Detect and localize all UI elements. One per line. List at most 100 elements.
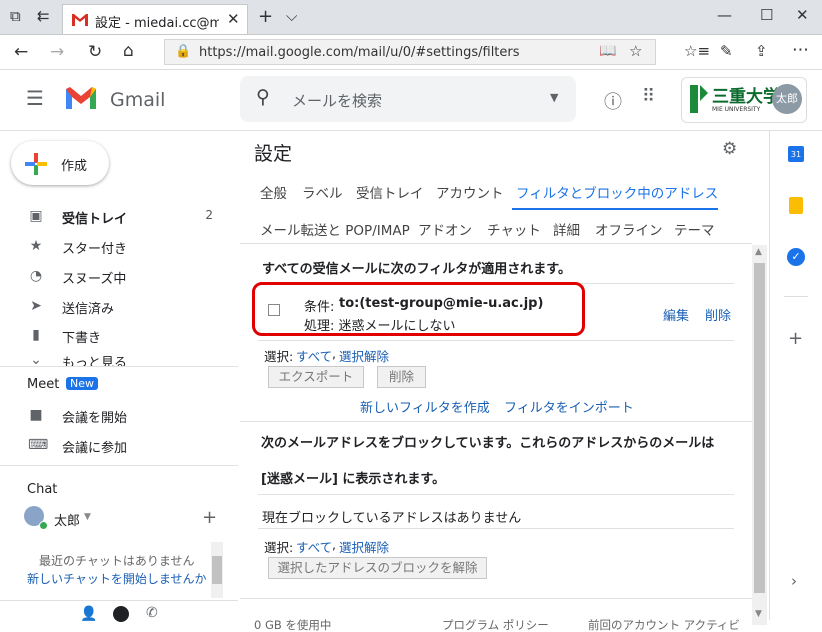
- minimize-icon[interactable]: —: [717, 6, 732, 24]
- window-close-icon[interactable]: ✕: [796, 6, 809, 24]
- select-all-blocked-link[interactable]: すべて: [296, 537, 332, 556]
- meet-title: Meet: [27, 377, 60, 392]
- program-policy-link[interactable]: プログラム ポリシー: [442, 617, 549, 632]
- favorite-star-icon[interactable]: ☆: [629, 42, 642, 60]
- sidebar-item-label: 受信トレイ: [62, 212, 128, 227]
- active-tab-indicator: [512, 208, 718, 210]
- tab-actions-icon[interactable]: ⧉: [10, 7, 21, 25]
- unblock-button[interactable]: 選択したアドレスのブロックを解除: [268, 557, 487, 579]
- scrollbar-thumb[interactable]: [212, 556, 222, 584]
- select-none-link[interactable]: 選択解除: [339, 346, 389, 365]
- refresh-icon[interactable]: ↻: [88, 42, 102, 62]
- create-filter-link[interactable]: 新しいフィルタを作成: [360, 397, 490, 416]
- tab-addons[interactable]: アドオン: [418, 219, 472, 239]
- tab-filters[interactable]: フィルタとブロック中のアドレス: [516, 182, 718, 202]
- import-filter-link[interactable]: フィルタをインポート: [504, 397, 634, 416]
- chat-empty-text: 最近のチャットはありません: [39, 554, 195, 568]
- edit-filter-link[interactable]: 編集: [663, 305, 689, 324]
- tab-chat[interactable]: チャット: [487, 219, 541, 239]
- back-arrow-icon[interactable]: ←: [14, 42, 28, 62]
- search-icon[interactable]: ⚲: [256, 86, 270, 108]
- compose-button[interactable]: 作成: [11, 141, 109, 185]
- meet-join-meeting[interactable]: ⌨ 会議に参加: [0, 432, 225, 460]
- home-icon[interactable]: ⌂: [123, 41, 134, 61]
- meet-start-meeting[interactable]: ■ 会議を開始: [0, 402, 225, 430]
- select-none-blocked-link[interactable]: 選択解除: [339, 537, 389, 556]
- tab-forwarding[interactable]: メール転送と POP/IMAP: [260, 219, 410, 239]
- caret-down-icon[interactable]: ▼: [84, 512, 91, 522]
- add-chat-icon[interactable]: +: [202, 507, 217, 528]
- sidebar-item-drafts[interactable]: ▮ 下書き: [0, 322, 225, 350]
- plus-icon: [25, 153, 47, 175]
- get-addons-icon[interactable]: +: [788, 328, 803, 349]
- tab-themes[interactable]: テーマ: [674, 219, 715, 239]
- last-activity-text: 前回のアカウント アクティビ: [588, 618, 740, 632]
- sidebar-divider: [0, 600, 238, 601]
- tab-labels[interactable]: ラベル: [302, 182, 343, 202]
- calendar-icon[interactable]: 31: [788, 146, 804, 162]
- keep-icon[interactable]: [789, 197, 803, 214]
- avatar[interactable]: 太郎: [772, 84, 802, 114]
- account-switcher[interactable]: 三重大学 MIE UNIVERSITY 太郎: [681, 77, 807, 123]
- section-divider: [240, 421, 752, 422]
- delete-filter-link[interactable]: 削除: [705, 305, 731, 324]
- tab-accounts[interactable]: アカウント: [436, 182, 504, 202]
- tab-offline[interactable]: オフライン: [595, 219, 663, 239]
- delete-button[interactable]: 削除: [377, 366, 426, 388]
- sidebar-item-sent[interactable]: ➤ 送信済み: [0, 293, 225, 321]
- chat-scrollbar[interactable]: [211, 542, 223, 598]
- maximize-icon[interactable]: ☐: [760, 6, 773, 24]
- unread-count: 2: [205, 208, 213, 222]
- forward-arrow-icon[interactable]: →: [50, 42, 64, 62]
- search-input[interactable]: メールを検索: [292, 90, 382, 111]
- favorites-list-icon[interactable]: ☆≡: [684, 42, 710, 60]
- gmail-logo-icon[interactable]: [64, 85, 98, 111]
- filters-heading: すべての受信メールに次のフィルタが適用されます。: [262, 262, 572, 277]
- sidebar-item-label: スター付き: [62, 242, 128, 257]
- chat-user-name[interactable]: 太郎: [54, 510, 80, 529]
- sidebar-item-snoozed[interactable]: ◔ スヌーズ中: [0, 263, 225, 291]
- new-tab-button[interactable]: +: [258, 6, 273, 27]
- scroll-up-icon[interactable]: ▲: [755, 247, 762, 257]
- pen-icon[interactable]: ✎: [720, 42, 733, 60]
- apps-grid-icon[interactable]: ⠿: [642, 86, 655, 107]
- chevron-down-icon: ⌄: [30, 352, 42, 366]
- export-button[interactable]: エクスポート: [268, 366, 364, 388]
- start-chat-link[interactable]: 新しいチャットを開始しませんか: [27, 570, 207, 587]
- tab-general[interactable]: 全般: [260, 182, 287, 202]
- share-icon[interactable]: ⇪: [755, 42, 768, 60]
- help-icon[interactable]: ⓘ: [604, 88, 622, 114]
- search-bar[interactable]: ⚲ メールを検索 ▼: [240, 76, 576, 122]
- more-menu-icon[interactable]: ⋯: [792, 40, 809, 60]
- chevron-down-icon[interactable]: ⌵: [286, 7, 297, 25]
- sidebar-item-starred[interactable]: ★ スター付き: [0, 233, 225, 261]
- tab-inbox[interactable]: 受信トレイ: [356, 182, 424, 202]
- sidebar-item-more[interactable]: ⌄ もっと見る: [0, 350, 225, 366]
- main-menu-icon[interactable]: ☰: [26, 86, 44, 110]
- scroll-down-icon[interactable]: ▼: [755, 609, 762, 619]
- reading-view-icon[interactable]: 📖: [599, 43, 616, 59]
- sidebar-item-inbox[interactable]: ▣ 受信トレイ 2: [0, 203, 225, 231]
- lock-icon: 🔒: [175, 44, 192, 59]
- tasks-icon[interactable]: ✓: [787, 248, 805, 266]
- browser-tab[interactable]: 設定 - miedai.cc@mie-u ✕: [62, 4, 248, 34]
- set-aside-tabs-icon[interactable]: ⇇: [37, 7, 50, 25]
- meet-item-label: 会議を開始: [62, 411, 128, 426]
- phone-icon[interactable]: ✆: [146, 605, 158, 621]
- close-tab-icon[interactable]: ✕: [227, 10, 240, 28]
- settings-gear-icon[interactable]: ⚙: [722, 139, 737, 159]
- meet-item-label: 会議に参加: [62, 441, 128, 456]
- scrollbar-thumb[interactable]: [754, 263, 765, 593]
- url-field[interactable]: 🔒 https://mail.google.com/mail/u/0/#sett…: [164, 39, 656, 65]
- blocked-empty-text: 現在ブロックしているアドレスはありません: [262, 511, 522, 526]
- main-scrollbar[interactable]: ▲ ▼: [752, 245, 767, 625]
- select-all-link[interactable]: すべて: [296, 346, 332, 365]
- sidebar-item-label: もっと見る: [62, 356, 128, 366]
- hangouts-icon[interactable]: [113, 606, 129, 622]
- chat-list: 最近のチャットはありません 新しいチャットを開始しませんか: [0, 540, 225, 596]
- chevron-right-icon[interactable]: ›: [791, 572, 797, 590]
- search-options-icon[interactable]: ▼: [550, 91, 558, 104]
- tab-advanced[interactable]: 詳細: [553, 219, 580, 239]
- person-icon[interactable]: 👤: [80, 606, 97, 622]
- inbox-icon: ▣: [29, 208, 43, 224]
